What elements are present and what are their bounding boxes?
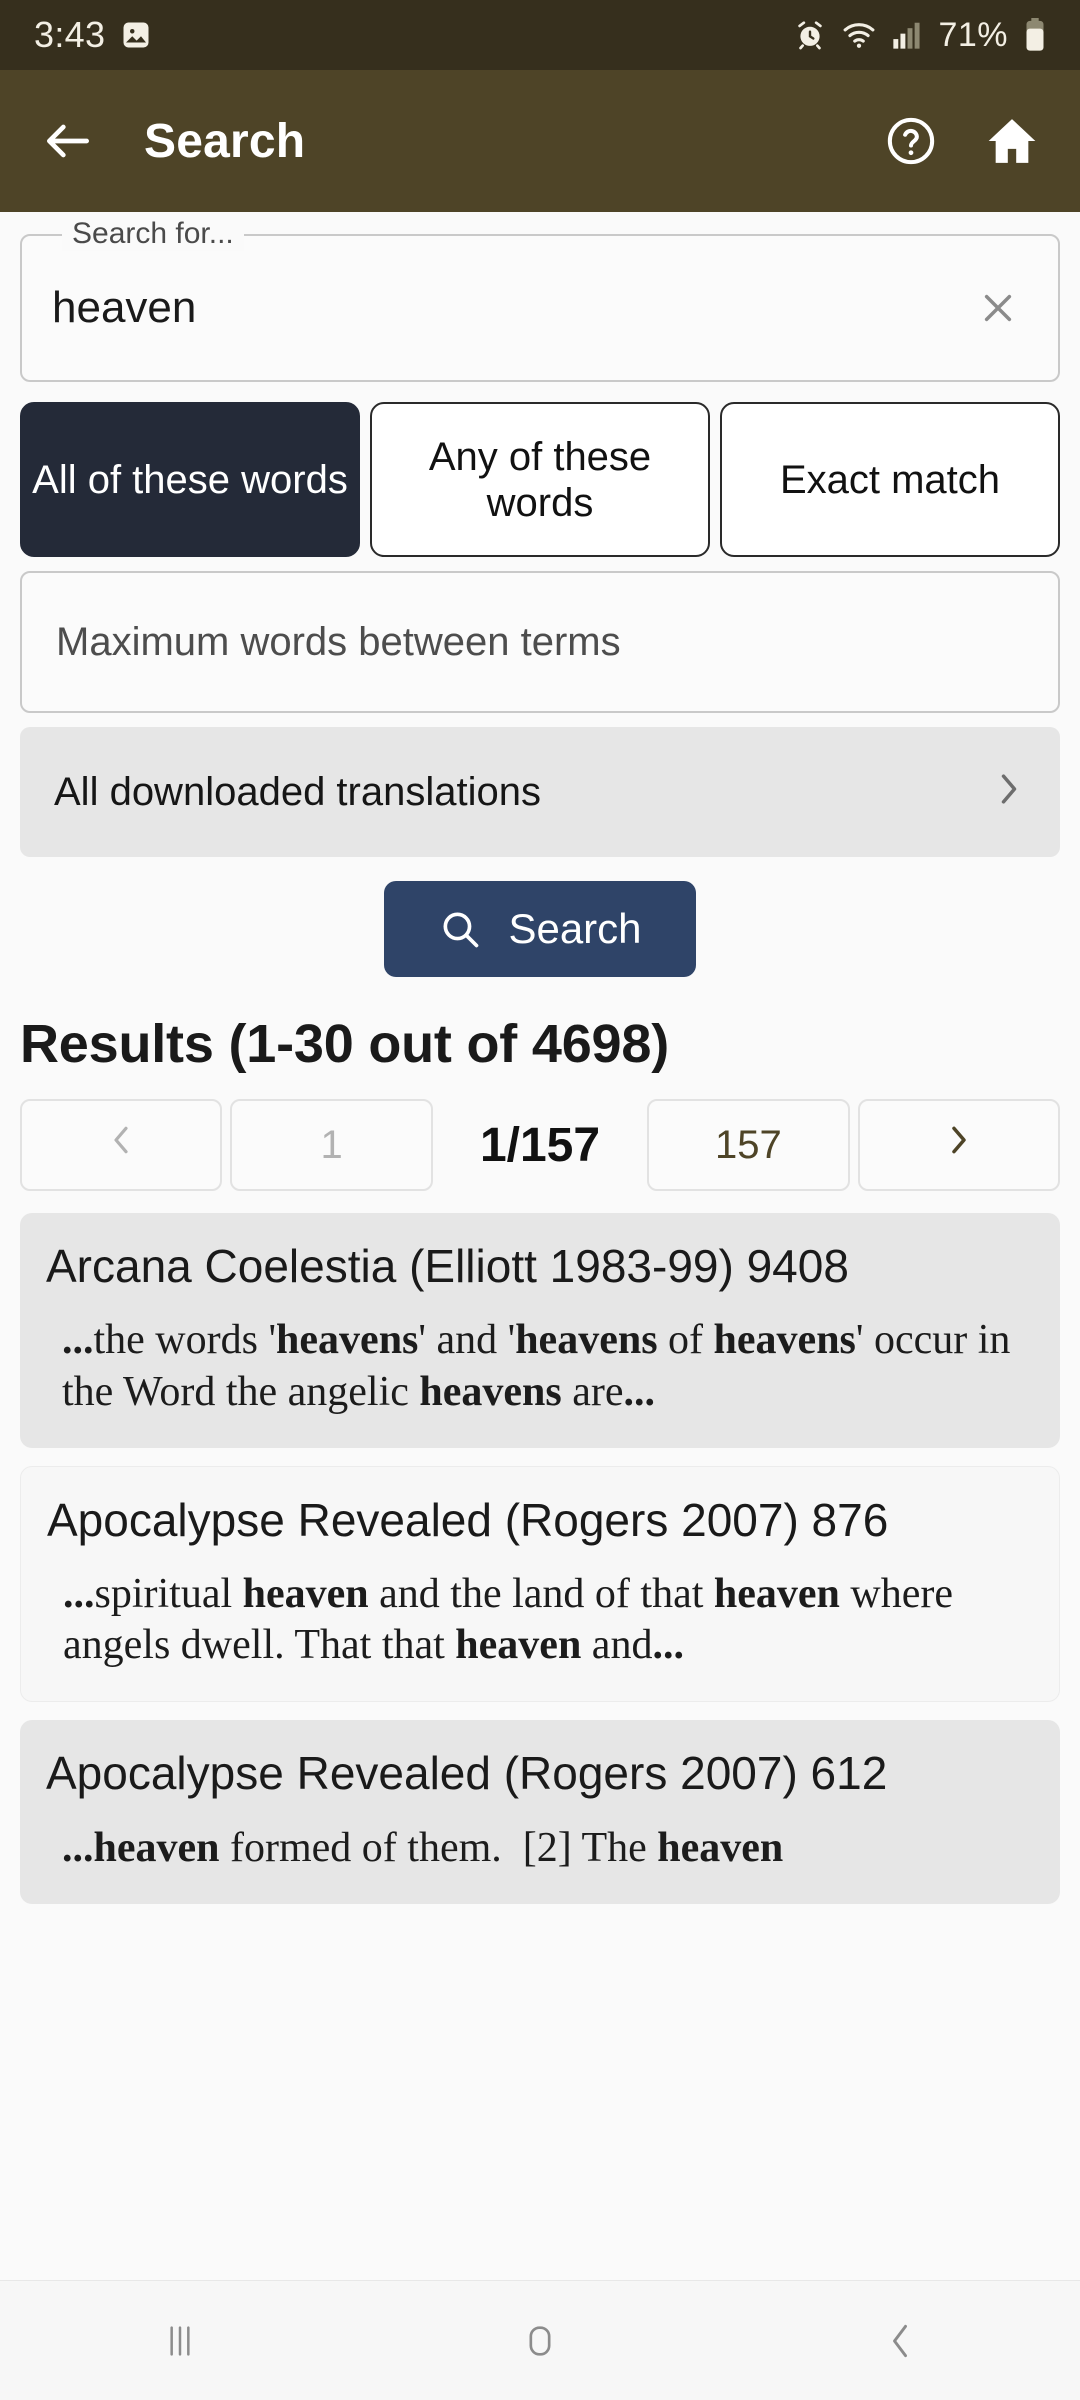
search-button[interactable]: Search (384, 881, 696, 977)
search-field-container: Search for... heaven (20, 217, 1060, 382)
chevron-left-icon (107, 1120, 135, 1170)
pagination-next-button[interactable] (857, 1099, 1061, 1191)
pagination-last-page-button[interactable]: 157 (647, 1099, 850, 1191)
help-circle-icon[interactable] (884, 114, 938, 168)
pagination-first-page-button[interactable]: 1 (230, 1099, 433, 1191)
result-card[interactable]: Apocalypse Revealed (Rogers 2007) 876 ..… (20, 1465, 1060, 1703)
status-bar: 3:43 71% (0, 0, 1080, 70)
battery-percent: 71% (938, 15, 1008, 54)
results-list: Arcana Coelestia (Elliott 1983-99) 9408 … (20, 1213, 1060, 1904)
result-snippet: ...spiritual heaven and the land of that… (63, 1571, 953, 1669)
search-button-label: Search (508, 905, 642, 952)
home-square-icon[interactable] (470, 2321, 610, 2361)
match-mode-group: All of these words Any of these words Ex… (20, 402, 1060, 557)
result-card[interactable]: Arcana Coelestia (Elliott 1983-99) 9408 … (20, 1213, 1060, 1448)
match-mode-all-words[interactable]: All of these words (20, 402, 360, 557)
status-bar-right: 71% (794, 16, 1046, 55)
search-field-label: Search for... (62, 217, 244, 251)
result-snippet: ...heaven formed of them. [2] The heaven (62, 1824, 784, 1871)
result-title: Apocalypse Revealed (Rogers 2007) 876 (47, 1493, 889, 1546)
search-input-value: heaven (52, 283, 197, 332)
page-title: Search (144, 114, 306, 168)
search-input[interactable]: heaven (20, 234, 1060, 382)
result-card[interactable]: Apocalypse Revealed (Rogers 2007) 612 ..… (20, 1720, 1060, 1904)
result-title: Apocalypse Revealed (Rogers 2007) 612 (46, 1747, 888, 1800)
android-nav-bar (0, 2280, 1080, 2400)
chevron-right-icon (992, 767, 1026, 818)
status-time: 3:43 (34, 14, 106, 55)
back-chevron-icon[interactable] (830, 2319, 970, 2363)
result-snippet: ...the words 'heavens' and 'heavens of h… (62, 1317, 1011, 1415)
recents-icon[interactable] (110, 2321, 250, 2361)
chevron-right-icon (945, 1120, 973, 1170)
pagination-current-indicator: 1/157 (479, 1118, 601, 1172)
translations-label: All downloaded translations (54, 769, 541, 814)
alarm-icon (794, 19, 826, 51)
cellular-signal-icon (892, 20, 922, 50)
match-mode-any-words[interactable]: Any of these words (370, 402, 710, 557)
max-words-input[interactable]: Maximum words between terms (20, 571, 1060, 713)
results-heading: Results (1-30 out of 4698) (20, 1014, 669, 1074)
wifi-icon (842, 20, 876, 50)
app-bar: Search (0, 70, 1080, 212)
magnifier-icon (438, 907, 482, 951)
pagination-prev-button[interactable] (20, 1099, 223, 1191)
home-icon[interactable] (984, 113, 1040, 169)
search-button-row: Search (20, 881, 1060, 977)
match-mode-exact-match[interactable]: Exact match (720, 402, 1060, 557)
image-icon (121, 20, 151, 50)
status-bar-left: 3:43 (34, 14, 151, 56)
main-content: Search for... heaven All of these words … (0, 212, 1080, 2280)
result-title: Arcana Coelestia (Elliott 1983-99) 9408 (46, 1240, 849, 1292)
pagination: 1 1/157 157 (20, 1099, 1061, 1191)
close-x-icon[interactable] (968, 278, 1028, 338)
back-arrow-icon[interactable] (40, 113, 96, 169)
translations-selector[interactable]: All downloaded translations (20, 727, 1060, 857)
battery-icon (1024, 18, 1046, 52)
